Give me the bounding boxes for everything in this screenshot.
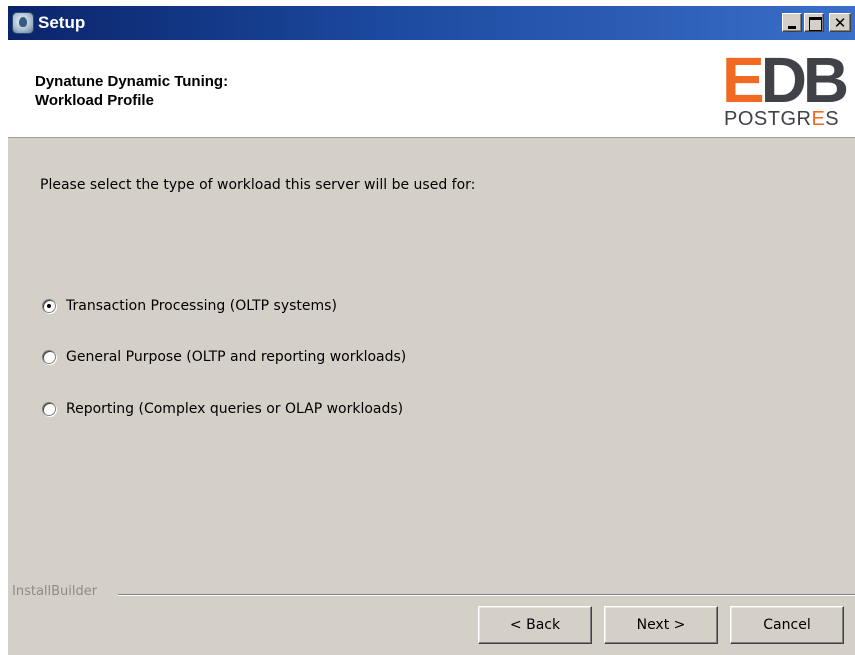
title-bar[interactable]: Setup ✕ xyxy=(8,6,855,40)
option-reporting[interactable]: Reporting (Complex queries or OLAP workl… xyxy=(42,399,403,419)
close-button[interactable]: ✕ xyxy=(829,13,851,32)
installbuilder-label: InstallBuilder xyxy=(12,584,102,599)
postgres-elephant-icon xyxy=(12,12,34,34)
next-button[interactable]: Next > xyxy=(604,606,718,644)
option-label: Reporting (Complex queries or OLAP workl… xyxy=(66,401,404,417)
maximize-button[interactable] xyxy=(804,13,824,32)
radio-button[interactable] xyxy=(42,402,56,416)
back-button[interactable]: < Back xyxy=(478,606,592,644)
close-icon: ✕ xyxy=(833,14,847,32)
page-title: Dynatune Dynamic Tuning: Workload Profil… xyxy=(35,72,228,110)
setup-window: Setup ✕ Dynatune Dynamic Tuning: Workloa… xyxy=(8,6,855,655)
edb-letters: EDB xyxy=(722,44,849,116)
radio-button[interactable] xyxy=(42,350,56,364)
radio-button-selected[interactable] xyxy=(42,299,56,313)
option-label: General Purpose (OLTP and reporting work… xyxy=(66,349,407,365)
footer-separator xyxy=(118,594,855,596)
option-transaction-processing[interactable]: Transaction Processing (OLTP systems) xyxy=(42,296,337,316)
option-general-purpose[interactable]: General Purpose (OLTP and reporting work… xyxy=(42,347,406,367)
header-panel: Dynatune Dynamic Tuning: Workload Profil… xyxy=(8,40,855,138)
postgres-wordmark: POSTGRES xyxy=(724,108,840,130)
option-label: Transaction Processing (OLTP systems) xyxy=(66,298,337,314)
workload-prompt: Please select the type of workload this … xyxy=(40,177,476,193)
cancel-button[interactable]: Cancel xyxy=(730,606,844,644)
page-title-line1: Dynatune Dynamic Tuning: xyxy=(35,73,229,90)
page-title-line2: Workload Profile xyxy=(35,92,154,109)
edb-postgres-logo: EDB POSTGRES xyxy=(722,44,855,135)
minimize-button[interactable] xyxy=(782,13,802,32)
window-title: Setup xyxy=(38,13,86,32)
